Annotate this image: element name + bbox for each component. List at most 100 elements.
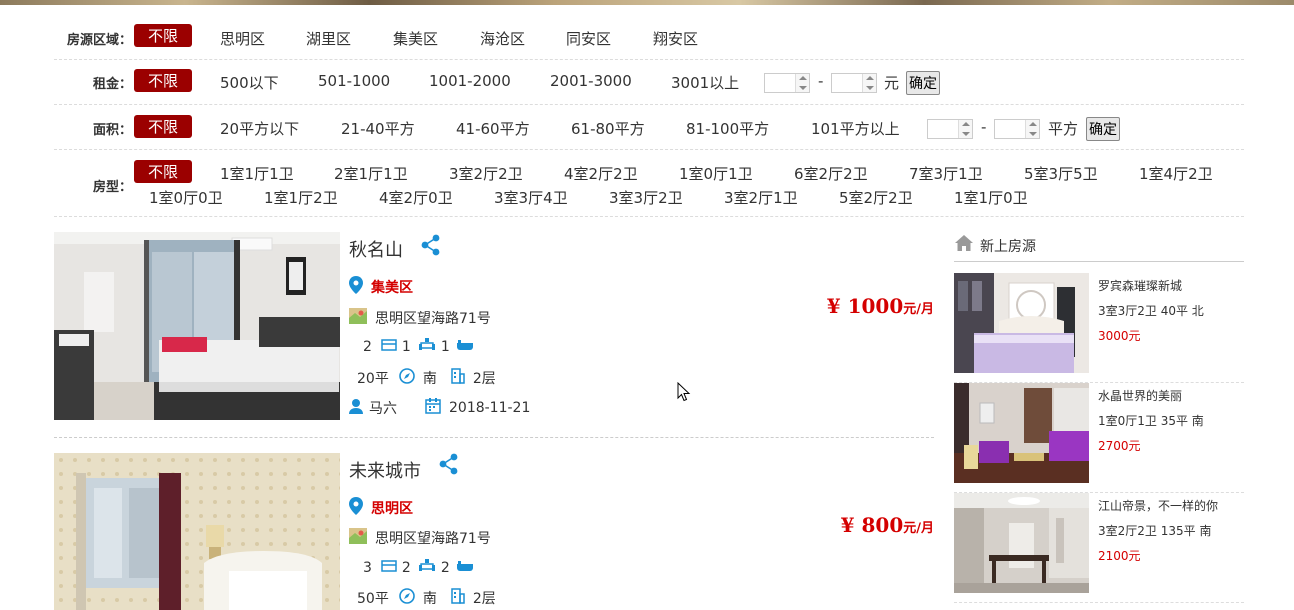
layout-option-3-3-2[interactable]: 3室3厅2卫 bbox=[609, 187, 683, 208]
rent-option-under-500[interactable]: 500以下 bbox=[220, 72, 279, 93]
region-option-haicang[interactable]: 海沧区 bbox=[480, 28, 525, 49]
sidebar-listing-name[interactable]: 江山帝景，不一样的你 bbox=[1098, 497, 1218, 514]
layout-option-3-2-1[interactable]: 3室2厅1卫 bbox=[724, 187, 798, 208]
listing-floor: 2层 bbox=[472, 591, 496, 607]
layout-option-1-1-1[interactable]: 1室1厅1卫 bbox=[220, 163, 294, 184]
rent-option-2001-3000[interactable]: 2001-3000 bbox=[550, 72, 632, 90]
listing-district[interactable]: 集美区 bbox=[371, 277, 413, 297]
layout-option-6-2-2[interactable]: 6室2厅2卫 bbox=[794, 163, 868, 184]
listing-district[interactable]: 思明区 bbox=[371, 498, 413, 518]
layout-option-3-3-4[interactable]: 3室3厅4卫 bbox=[494, 187, 568, 208]
region-option-xiangan[interactable]: 翔安区 bbox=[653, 28, 698, 49]
layout-option-2-1-1[interactable]: 2室1厅1卫 bbox=[334, 163, 408, 184]
map-icon bbox=[349, 528, 367, 548]
rent-option-1001-2000[interactable]: 1001-2000 bbox=[429, 72, 511, 90]
area-min-input[interactable] bbox=[927, 119, 973, 139]
layout-option-7-3-1[interactable]: 7室3厅1卫 bbox=[909, 163, 983, 184]
rent-option-501-1000[interactable]: 501-1000 bbox=[318, 72, 390, 90]
listing-baths: 1 bbox=[440, 339, 450, 355]
listing-halls: 2 bbox=[401, 560, 411, 576]
home-icon bbox=[954, 234, 974, 256]
sidebar-listing-item[interactable]: 罗宾森璀璨新城 3室3厅2卫 40平 北 3000元 bbox=[954, 273, 1244, 383]
listing-district-row: 集美区 bbox=[349, 276, 413, 298]
layout-option-5-3-5[interactable]: 5室3厅5卫 bbox=[1024, 163, 1098, 184]
listing-specs-row: 50平 南 2层 bbox=[357, 588, 496, 608]
area-option-over-101[interactable]: 101平方以上 bbox=[811, 118, 900, 139]
listing-title[interactable]: 秋名山 bbox=[349, 236, 403, 262]
new-listings-sidebar: 新上房源 罗宾森璀璨新城 3室3厅2卫 40平 北 3000元 水晶世界的美丽 … bbox=[954, 232, 1244, 603]
area-confirm-button[interactable]: 确定 bbox=[1086, 117, 1120, 141]
sidebar-title: 新上房源 bbox=[980, 239, 1036, 255]
sidebar-listing-name[interactable]: 水晶世界的美丽 bbox=[1098, 387, 1182, 404]
rent-min-input[interactable] bbox=[764, 73, 810, 93]
filter-label-area: 面积： bbox=[92, 123, 132, 138]
map-icon bbox=[349, 308, 367, 328]
area-max-input[interactable] bbox=[994, 119, 1040, 139]
rent-range-dash: - bbox=[818, 72, 824, 90]
bed-icon bbox=[381, 560, 397, 576]
share-icon[interactable] bbox=[420, 234, 442, 256]
area-option-61-80[interactable]: 61-80平方 bbox=[571, 118, 645, 139]
area-min-stepper[interactable] bbox=[958, 120, 972, 138]
listing-title[interactable]: 未来城市 bbox=[349, 457, 421, 483]
layout-option-1-0-0[interactable]: 1室0厅0卫 bbox=[149, 187, 223, 208]
bathtub-icon bbox=[456, 560, 474, 576]
layout-option-1-0-1[interactable]: 1室0厅1卫 bbox=[679, 163, 753, 184]
rent-max-stepper[interactable] bbox=[862, 74, 876, 92]
area-option-under-20[interactable]: 20平方以下 bbox=[220, 118, 299, 139]
bathtub-icon bbox=[456, 339, 474, 355]
layout-option-4-2-2[interactable]: 4室2厅2卫 bbox=[564, 163, 638, 184]
rent-option-over-3001[interactable]: 3001以上 bbox=[671, 72, 739, 93]
sidebar-listing-photo[interactable] bbox=[954, 493, 1089, 593]
layout-option-1-1-2[interactable]: 1室1厅2卫 bbox=[264, 187, 338, 208]
rent-option-all[interactable]: 不限 bbox=[134, 69, 193, 92]
layout-option-4-2-0[interactable]: 4室2厅0卫 bbox=[379, 187, 453, 208]
filter-label-rent: 租金： bbox=[92, 77, 132, 92]
listing-card: 秋名山 集美区 思明区望海路71号 2 1 1 20平 南 2层 马六 2018… bbox=[54, 232, 934, 438]
area-option-all[interactable]: 不限 bbox=[134, 115, 193, 138]
sidebar-listing-item[interactable]: 水晶世界的美丽 1室0厅1卫 35平 南 2700元 bbox=[954, 383, 1244, 493]
area-option-81-100[interactable]: 81-100平方 bbox=[686, 118, 769, 139]
sidebar-listing-photo[interactable] bbox=[954, 383, 1089, 483]
sidebar-listing-name[interactable]: 罗宾森璀璨新城 bbox=[1098, 277, 1182, 294]
layout-option-3-2-2[interactable]: 3室2厅2卫 bbox=[449, 163, 523, 184]
sidebar-listing-desc: 3室3厅2卫 40平 北 bbox=[1098, 304, 1204, 318]
listing-address-row: 思明区望海路71号 bbox=[349, 528, 491, 548]
listing-photo[interactable] bbox=[54, 453, 340, 610]
listing-specs-row: 20平 南 2层 bbox=[357, 368, 496, 388]
area-option-41-60[interactable]: 41-60平方 bbox=[456, 118, 530, 139]
area-range-dash: - bbox=[981, 118, 987, 136]
region-option-jimei[interactable]: 集美区 bbox=[393, 28, 438, 49]
region-option-huli[interactable]: 湖里区 bbox=[306, 28, 351, 49]
rent-max-input[interactable] bbox=[831, 73, 877, 93]
sidebar-listing-photo[interactable] bbox=[954, 273, 1089, 373]
listing-address: 思明区望海路71号 bbox=[375, 311, 491, 327]
sidebar-listing-desc: 3室2厅2卫 135平 南 bbox=[1098, 524, 1212, 538]
filter-row-region: 房源区域： 不限 思明区 湖里区 集美区 海沧区 同安区 翔安区 bbox=[54, 18, 1244, 60]
listing-divider bbox=[54, 437, 934, 438]
area-max-stepper[interactable] bbox=[1025, 120, 1039, 138]
layout-option-all[interactable]: 不限 bbox=[134, 160, 193, 183]
share-icon[interactable] bbox=[438, 453, 460, 475]
layout-option-5-2-2[interactable]: 5室2厅2卫 bbox=[839, 187, 913, 208]
region-option-all[interactable]: 不限 bbox=[134, 24, 193, 47]
filter-label-layout: 房型： bbox=[92, 180, 132, 195]
listing-date: 2018-11-21 bbox=[449, 400, 531, 416]
layout-option-1-1-0[interactable]: 1室1厅0卫 bbox=[954, 187, 1028, 208]
rent-min-stepper[interactable] bbox=[795, 74, 809, 92]
sidebar-listing-item[interactable]: 江山帝景，不一样的你 3室2厅2卫 135平 南 2100元 bbox=[954, 493, 1244, 603]
listing-photo[interactable] bbox=[54, 232, 340, 420]
listing-address-row: 思明区望海路71号 bbox=[349, 308, 491, 328]
listing-card: 未来城市 思明区 思明区望海路71号 3 2 2 50平 南 2层 ¥ 800元… bbox=[54, 453, 934, 610]
sidebar-header: 新上房源 bbox=[954, 232, 1244, 262]
filter-row-rent: 租金： 不限 500以下 501-1000 1001-2000 2001-300… bbox=[54, 60, 1244, 105]
layout-option-1-4-2[interactable]: 1室4厅2卫 bbox=[1139, 163, 1213, 184]
listing-area: 50平 bbox=[357, 591, 389, 607]
area-option-21-40[interactable]: 21-40平方 bbox=[341, 118, 415, 139]
rent-confirm-button[interactable]: 确定 bbox=[906, 71, 940, 95]
filter-label-region: 房源区域： bbox=[66, 33, 132, 48]
listing-orientation: 南 bbox=[422, 591, 437, 607]
region-option-tongan[interactable]: 同安区 bbox=[566, 28, 611, 49]
listing-price: ¥ 800元/月 bbox=[841, 513, 934, 537]
region-option-siming[interactable]: 思明区 bbox=[220, 28, 265, 49]
